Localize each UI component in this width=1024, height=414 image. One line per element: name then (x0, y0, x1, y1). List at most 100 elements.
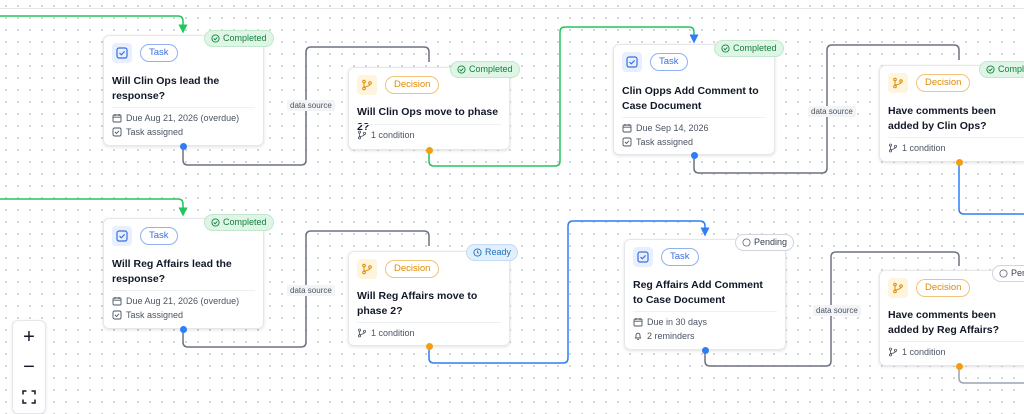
source-handle[interactable] (956, 363, 963, 370)
branch-small-icon (889, 143, 897, 153)
bell-icon (634, 332, 642, 341)
branch-small-icon (358, 328, 366, 338)
status-badge-completed: Completed (204, 30, 274, 47)
check-square-icon (112, 310, 122, 320)
fit-view-button[interactable] (13, 383, 45, 411)
due-date-text: Due in 30 days (647, 317, 708, 327)
divider (112, 107, 255, 108)
check-square-icon (112, 127, 122, 137)
node-type-badge: Task (650, 53, 688, 71)
divider (622, 117, 766, 118)
due-date-text: Due Aug 21, 2026 (overdue) (126, 113, 240, 123)
edge-in-top (0, 15, 188, 34)
zoom-out-button[interactable]: − (13, 353, 45, 381)
condition-meta: 1 condition (888, 143, 946, 153)
source-handle[interactable] (180, 143, 187, 150)
edge-n8-out (958, 366, 1024, 384)
due-date-meta: Due Aug 21, 2026 (overdue) (112, 113, 239, 123)
decision-node-reg-affairs-comments[interactable]: Decision Have comments been added by Reg… (879, 270, 1024, 366)
node-title: Will Reg Affairs move to phase 2? (357, 290, 478, 317)
checkbox-icon (622, 52, 642, 72)
reminders-meta: 2 reminders (633, 331, 695, 341)
condition-text: 1 condition (371, 328, 415, 338)
source-handle[interactable] (956, 159, 963, 166)
due-date-meta: Due Aug 21, 2026 (overdue) (112, 296, 239, 306)
task-node-clin-opps-comment[interactable]: Task Clin Opps Add Comment to Case Docum… (613, 44, 775, 155)
status-badge-completed: Completed (714, 40, 784, 57)
check-circle-icon (986, 65, 995, 74)
node-title: Reg Affairs Add Comment to Case Document (633, 279, 763, 306)
check-square-icon (622, 137, 632, 147)
task-node-reg-affairs-comment[interactable]: Task Reg Affairs Add Comment to Case Doc… (624, 239, 786, 350)
status-badge-pending: Pen (992, 265, 1024, 282)
circle-icon (999, 269, 1008, 278)
zoom-controls: + − (12, 320, 46, 414)
condition-meta: 1 condition (888, 347, 946, 357)
assignment-text: Task assigned (126, 127, 184, 137)
decision-node-reg-affairs-phase2[interactable]: Decision Will Reg Affairs move to phase … (348, 251, 510, 346)
status-text: Completed (469, 64, 513, 74)
node-title: Have comments been added by Clin Ops? (888, 105, 996, 132)
status-text: Completed (223, 33, 267, 43)
due-date-text: Due Aug 21, 2026 (overdue) (126, 296, 240, 306)
divider (357, 124, 501, 125)
status-badge-ready: Ready (466, 244, 519, 261)
edge-label-n7-n8: data source (813, 305, 861, 316)
status-badge-completed: Comple (979, 61, 1024, 78)
edge-label-n1-n2: data source (287, 100, 335, 111)
calendar-icon (622, 124, 632, 133)
task-node-clin-ops-lead[interactable]: Task Will Clin Ops lead the response? Du… (103, 35, 264, 146)
status-text: Completed (223, 217, 267, 227)
status-text: Completed (733, 43, 777, 53)
branch-icon (357, 75, 377, 95)
branch-small-icon (358, 130, 366, 140)
check-circle-icon (211, 218, 220, 227)
status-badge-pending: Pending (735, 234, 795, 251)
calendar-icon (112, 114, 122, 123)
status-text: Pending (754, 237, 788, 247)
branch-icon (888, 278, 908, 298)
divider (112, 290, 255, 291)
node-type-badge: Decision (385, 260, 440, 278)
branch-small-icon (889, 347, 897, 357)
source-handle[interactable] (702, 347, 709, 354)
node-title: Will Clin Ops lead the response? (112, 75, 220, 102)
edge-in-bottom (0, 198, 188, 217)
due-date-text: Due Sep 14, 2026 (636, 123, 709, 133)
node-type-badge: Task (140, 227, 178, 245)
fit-view-icon (22, 390, 36, 404)
divider (357, 322, 501, 323)
divider (888, 137, 1024, 138)
source-handle[interactable] (691, 152, 698, 159)
status-text: Comple (998, 64, 1024, 74)
checkbox-icon (112, 43, 132, 63)
source-handle[interactable] (180, 326, 187, 333)
source-handle[interactable] (426, 147, 433, 154)
checkbox-icon (112, 226, 132, 246)
node-type-badge: Decision (916, 74, 971, 92)
node-title: Have comments been added by Reg Affairs? (888, 309, 1000, 336)
assignment-text: Task assigned (126, 310, 184, 320)
checkbox-icon (633, 247, 653, 267)
task-node-reg-affairs-lead[interactable]: Task Will Reg Affairs lead the response?… (103, 218, 264, 329)
assignment-meta: Task assigned (622, 137, 693, 147)
edge-label-n3-n4: data source (808, 106, 856, 117)
clock-icon (473, 248, 482, 257)
branch-icon (888, 73, 908, 93)
status-text: Ready (485, 247, 512, 257)
decision-node-clin-ops-comments[interactable]: Decision Have comments been added by Cli… (879, 65, 1024, 162)
condition-text: 1 condition (902, 143, 946, 153)
zoom-in-button[interactable]: + (13, 323, 45, 351)
branch-icon (357, 259, 377, 279)
reminders-text: 2 reminders (647, 331, 695, 341)
node-type-badge: Decision (385, 76, 440, 94)
decision-node-clin-ops-phase2[interactable]: Decision Will Clin Ops move to phase 2? … (348, 67, 510, 150)
node-title: Will Reg Affairs lead the response? (112, 258, 232, 285)
check-circle-icon (211, 34, 220, 43)
calendar-icon (633, 318, 643, 327)
divider (888, 341, 1024, 342)
assignment-meta: Task assigned (112, 127, 183, 137)
source-handle[interactable] (426, 343, 433, 350)
edge-label-n5-n6: data source (287, 285, 335, 296)
node-type-badge: Task (140, 44, 178, 62)
